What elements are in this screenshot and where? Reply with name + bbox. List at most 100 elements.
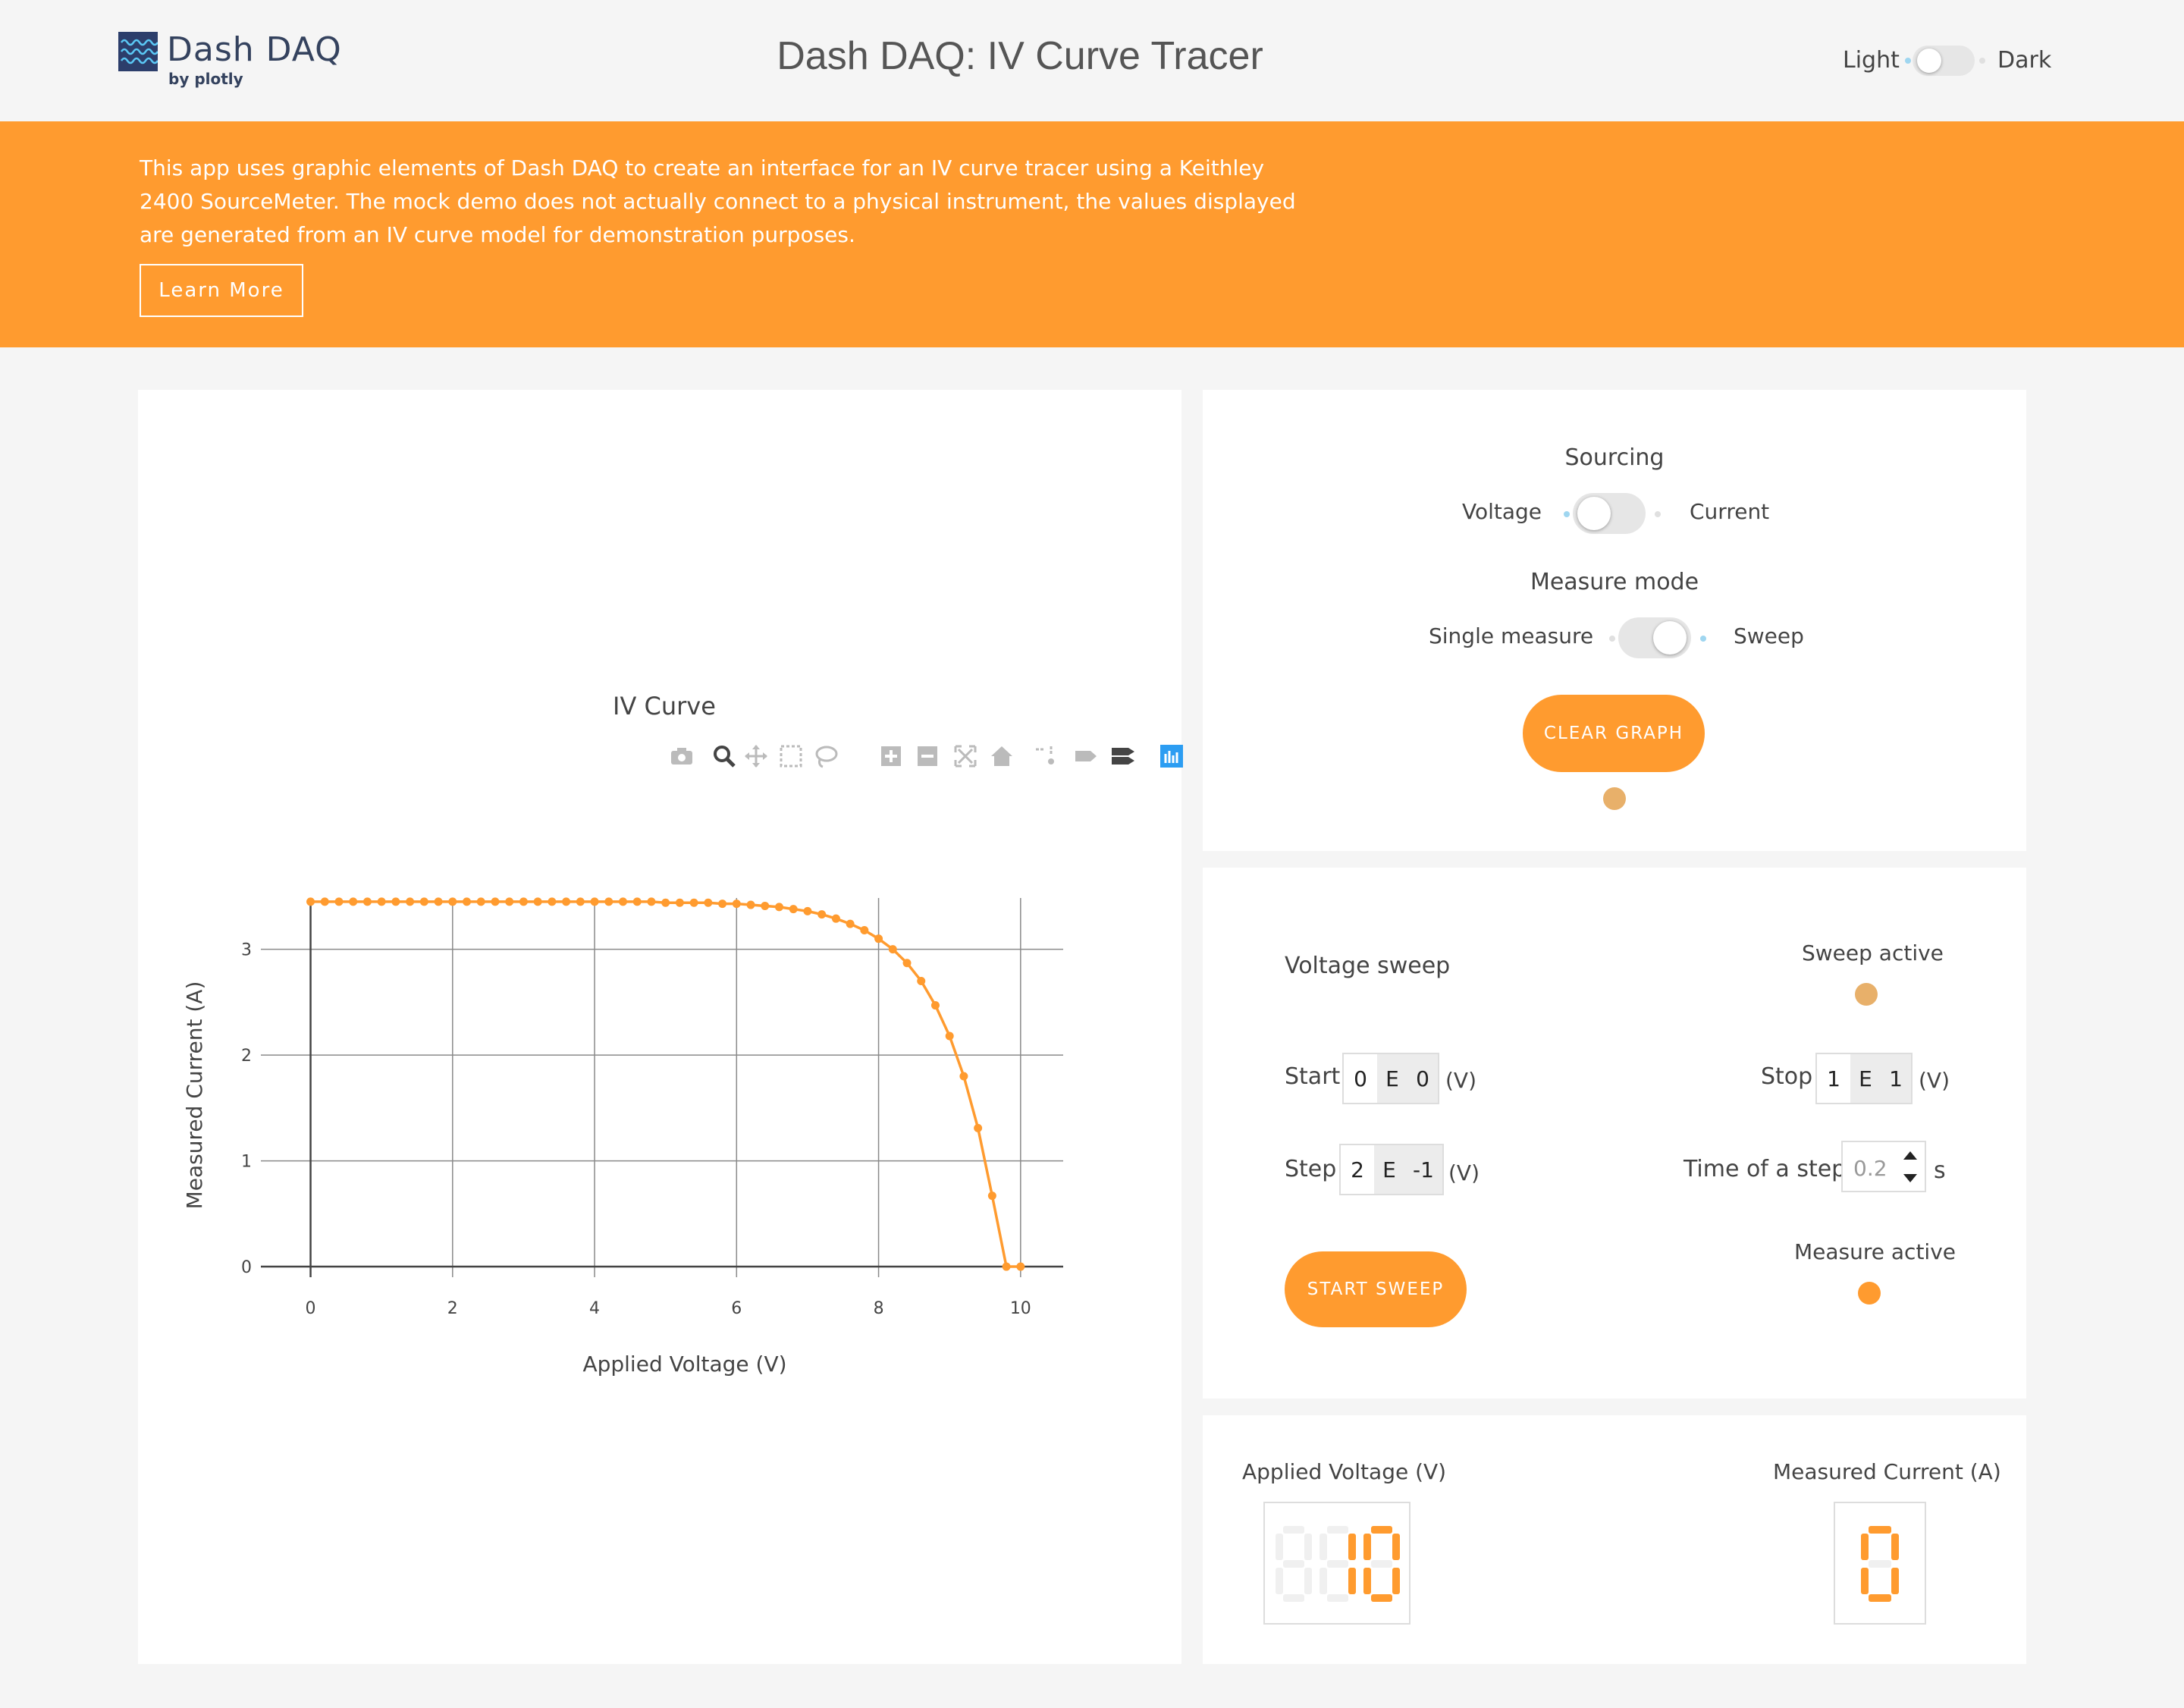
exponent-e: E (1377, 1054, 1407, 1103)
led-segment (1392, 1568, 1400, 1594)
learn-more-button[interactable]: Learn More (140, 264, 303, 317)
step-input[interactable]: 2 E -1 (1339, 1144, 1444, 1195)
x-tick-label: 2 (447, 1299, 458, 1318)
led-segment (1276, 1534, 1283, 1560)
toggle-knob (1577, 497, 1611, 530)
led-segment (1891, 1568, 1899, 1594)
stop-label: Stop (1761, 1063, 1813, 1090)
data-point (632, 897, 642, 906)
led-segment (1861, 1534, 1869, 1560)
stop-unit: (V) (1919, 1068, 1950, 1093)
data-point (448, 897, 457, 906)
measure-mode-title: Measure mode (1530, 569, 1699, 595)
clear-graph-button[interactable]: CLEAR GRAPH (1523, 695, 1705, 772)
data-point (718, 900, 727, 909)
data-point (888, 945, 897, 954)
led-segment (1371, 1560, 1392, 1568)
data-point (746, 900, 755, 909)
toggle-right-dot (1979, 58, 1985, 64)
sweep-mode-label: Sweep (1734, 623, 1804, 648)
theme-toggle[interactable] (1913, 46, 1975, 76)
exponent-e: E (1850, 1054, 1881, 1103)
start-unit: (V) (1445, 1068, 1477, 1093)
data-point (434, 897, 443, 906)
led-segment (1891, 1534, 1899, 1560)
y-tick-label: 3 (241, 941, 252, 960)
sweep-active-indicator (1855, 983, 1878, 1006)
data-point (320, 897, 329, 906)
led-segment (1392, 1534, 1400, 1560)
led-segment (1363, 1534, 1371, 1560)
data-point (1016, 1262, 1025, 1271)
led-segment (1283, 1594, 1304, 1602)
measure-mode-toggle[interactable] (1618, 617, 1691, 658)
led-segment (1283, 1526, 1304, 1534)
start-exponent[interactable]: 0 (1407, 1054, 1438, 1103)
measured-current-label: Measured Current (A) (1773, 1459, 2001, 1484)
time-unit: s (1934, 1157, 1946, 1184)
banner-text: This app uses graphic elements of Dash D… (140, 155, 1296, 247)
theme-dark-label: Dark (1997, 47, 2052, 74)
stepper-down-icon[interactable] (1903, 1174, 1917, 1182)
step-exponent[interactable]: -1 (1404, 1145, 1442, 1194)
applied-voltage-label: Applied Voltage (V) (1242, 1459, 1447, 1484)
step-mantissa[interactable]: 2 (1341, 1145, 1374, 1194)
led-segment (1327, 1594, 1348, 1602)
stop-mantissa[interactable]: 1 (1817, 1054, 1850, 1103)
time-of-step-input[interactable]: 0.2 (1841, 1141, 1926, 1192)
step-label: Step (1285, 1156, 1337, 1182)
data-point (704, 898, 713, 907)
info-banner: This app uses graphic elements of Dash D… (0, 121, 2184, 347)
data-point (902, 959, 912, 968)
data-point (647, 897, 656, 906)
data-point (463, 897, 472, 906)
single-measure-label: Single measure (1429, 623, 1594, 648)
step-unit: (V) (1448, 1160, 1480, 1185)
measured-current-led-display: 0 (1834, 1502, 1926, 1625)
led-segment (1371, 1594, 1392, 1602)
led-segment (1869, 1594, 1891, 1602)
graph-panel: IV Curve 0 2 4 6 8 10 0 1 2 3 Applied Voltage (V) M… (138, 390, 1183, 1664)
sourcing-toggle[interactable] (1573, 493, 1646, 534)
data-point (476, 897, 485, 906)
data-point (732, 900, 741, 909)
start-input[interactable]: 0 E 0 (1342, 1053, 1439, 1104)
current-label: Current (1690, 499, 1770, 524)
led-segment (1861, 1568, 1869, 1594)
led-segment (1304, 1534, 1312, 1560)
led-segment (1363, 1568, 1371, 1594)
stop-exponent[interactable]: 1 (1881, 1054, 1911, 1103)
data-point (761, 901, 770, 910)
x-tick-label: 4 (589, 1299, 600, 1318)
stop-input[interactable]: 1 E 1 (1815, 1053, 1913, 1104)
toggle-knob (1917, 49, 1941, 73)
toggle-right-dot (1655, 511, 1661, 517)
measure-active-label: Measure active (1794, 1239, 1956, 1264)
x-tick-label: 8 (874, 1299, 884, 1318)
data-point (491, 897, 500, 906)
dash-daq-logo[interactable]: Dash DAQ by plotly (118, 30, 346, 91)
start-mantissa[interactable]: 0 (1344, 1054, 1377, 1103)
theme-light-label: Light (1843, 47, 1900, 74)
voltage-label: Voltage (1462, 499, 1542, 524)
toggle-right-dot (1700, 636, 1706, 642)
page-title: Dash DAQ: IV Curve Tracer (777, 34, 1263, 78)
data-point (349, 897, 358, 906)
data-point (945, 1031, 954, 1041)
data-point (377, 897, 386, 906)
led-segment (1283, 1560, 1304, 1568)
data-point (774, 903, 783, 912)
toggle-left-dot (1905, 58, 1911, 64)
led-segment (1304, 1568, 1312, 1594)
data-point (930, 1001, 940, 1010)
data-point (362, 897, 372, 906)
data-point (604, 897, 613, 906)
data-point (406, 897, 415, 906)
app-header: Dash DAQ by plotly Dash DAQ: IV Curve Tr… (0, 0, 2184, 121)
stepper-up-icon[interactable] (1903, 1151, 1917, 1160)
toggle-left-dot (1564, 511, 1570, 517)
start-sweep-button[interactable]: START SWEEP (1285, 1251, 1467, 1327)
iv-curve-chart[interactable]: 0 2 4 6 8 10 0 1 2 3 Applied Voltage (V) Measured C… (138, 390, 1181, 1664)
logo-subtext: by plotly (168, 70, 243, 88)
sourcing-panel: Sourcing Voltage Current Measure mode Si… (1203, 390, 2026, 851)
